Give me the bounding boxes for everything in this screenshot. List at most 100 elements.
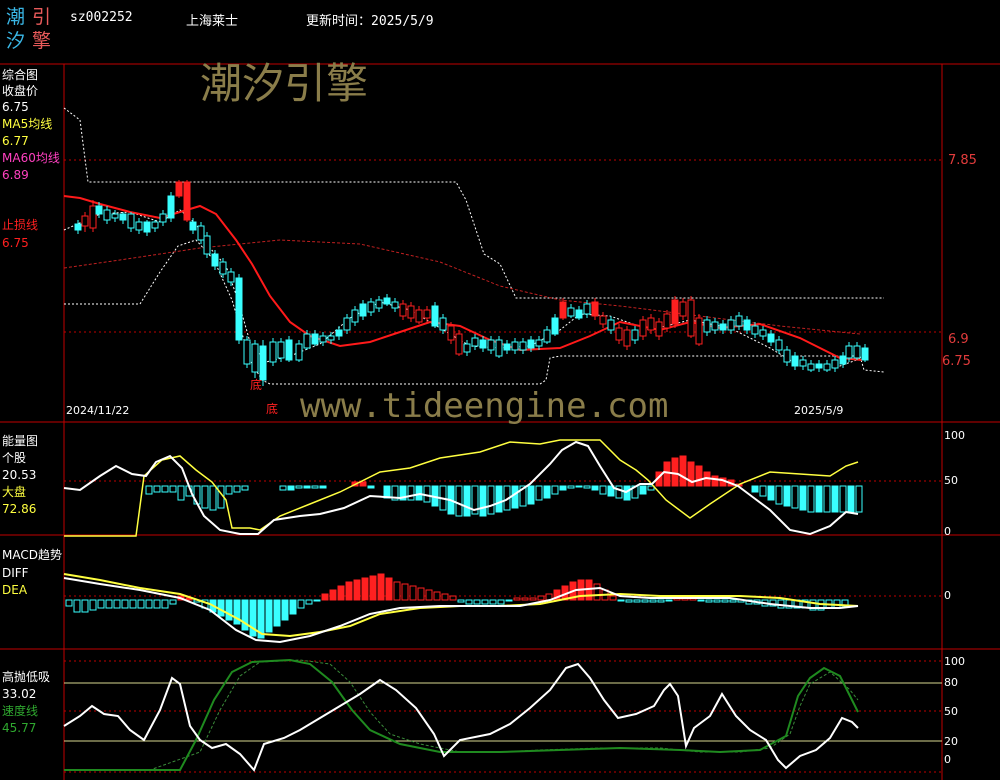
macd-bar xyxy=(489,599,497,605)
market-energy-label: 大盘 xyxy=(2,485,27,499)
macd-bar xyxy=(505,599,513,602)
macd-bar xyxy=(81,599,89,613)
macd-bar xyxy=(457,599,465,603)
macd-bar xyxy=(369,575,377,601)
candle-body xyxy=(535,339,543,347)
candle-body xyxy=(695,317,703,345)
dea-label: DEA xyxy=(2,583,28,597)
macd-bar xyxy=(497,599,505,605)
energy-bar xyxy=(145,485,153,495)
energy-bar xyxy=(527,485,535,505)
macd-bar xyxy=(649,599,657,603)
macd-bar xyxy=(321,593,329,601)
highlow-line xyxy=(63,662,859,772)
candle-body xyxy=(383,297,391,305)
highlow-axis-20: 20 xyxy=(944,735,958,748)
candle-body xyxy=(183,181,191,221)
candle-body xyxy=(479,339,487,349)
speed-line xyxy=(64,658,859,771)
candle-body xyxy=(431,305,439,327)
candle-body xyxy=(583,303,591,315)
macd-bar xyxy=(169,599,177,605)
macd-bar xyxy=(113,599,121,609)
candle-body xyxy=(175,181,183,197)
ma60-value: 6.89 xyxy=(2,168,29,182)
macd-bar xyxy=(593,583,601,601)
candle-body xyxy=(845,345,853,359)
energy-bar xyxy=(815,485,823,513)
energy-bar xyxy=(535,485,543,501)
energy-bar xyxy=(455,485,463,517)
macd-bar xyxy=(721,599,729,603)
bottom-mark-2: 底 xyxy=(266,402,279,416)
candle-body xyxy=(415,309,423,323)
candle-body xyxy=(447,325,455,341)
ma5-value: 6.77 xyxy=(2,134,29,148)
diff-label: DIFF xyxy=(2,566,29,580)
candle-body xyxy=(631,329,639,341)
market-energy-value: 72.86 xyxy=(2,502,37,516)
macd-bar xyxy=(273,599,281,627)
candle-body xyxy=(503,343,511,351)
macd-bar xyxy=(329,589,337,601)
macd-bar xyxy=(281,599,289,621)
energy-bar xyxy=(367,485,375,489)
energy-axis-50: 50 xyxy=(944,474,958,487)
energy-bar xyxy=(551,485,559,495)
macd-bar xyxy=(449,595,457,601)
energy-axis-0: 0 xyxy=(944,525,951,538)
macd-bar xyxy=(537,595,545,601)
macd-bar xyxy=(89,599,97,611)
candle-body xyxy=(74,223,82,231)
energy-bar xyxy=(303,485,311,489)
candle-body xyxy=(639,319,647,337)
watermark-chinese: 潮汐引擎 xyxy=(200,59,369,108)
candle-body xyxy=(567,307,575,317)
energy-bar xyxy=(279,485,287,491)
energy-axis-100: 100 xyxy=(944,429,965,442)
close-label: 收盘价 xyxy=(2,84,39,98)
energy-bar xyxy=(639,485,647,495)
candle-body xyxy=(235,277,243,341)
date-start: 2024/11/22 xyxy=(66,404,130,417)
candle-body xyxy=(559,301,567,319)
macd-bar xyxy=(121,599,129,609)
macd-bar xyxy=(297,599,305,609)
macd-bar xyxy=(225,599,233,621)
macd-bar xyxy=(313,599,321,602)
macd-bar xyxy=(353,579,361,601)
stoploss-line xyxy=(63,195,863,361)
macd-bar xyxy=(473,599,481,605)
energy-bar xyxy=(153,485,161,493)
candle-body xyxy=(95,205,103,215)
candle-body xyxy=(319,335,327,343)
energy-bar xyxy=(775,485,783,505)
macd-bar xyxy=(641,599,649,603)
candle-body xyxy=(251,343,259,373)
diff-line xyxy=(63,577,859,644)
candle-body xyxy=(303,333,311,349)
candle-body xyxy=(259,345,267,381)
candle-body xyxy=(663,313,671,329)
candle-body xyxy=(463,343,471,353)
candle-body xyxy=(423,309,431,319)
energy-bar xyxy=(161,485,169,493)
energy-bar xyxy=(807,485,815,513)
macd-bar xyxy=(145,599,153,609)
candle-body xyxy=(227,271,235,283)
candle-body xyxy=(495,339,503,357)
macd-bar xyxy=(385,577,393,601)
candle-body xyxy=(159,213,167,223)
panel1-title: 综合图 xyxy=(2,68,39,82)
candle-body xyxy=(81,215,89,227)
candle-body xyxy=(211,253,219,267)
candle-body xyxy=(823,363,831,371)
macd-bar xyxy=(65,599,73,607)
macd-bar xyxy=(521,597,529,601)
candle-body xyxy=(243,339,251,365)
macd-bar xyxy=(441,593,449,601)
macd-bar xyxy=(409,585,417,601)
candle-body xyxy=(519,341,527,351)
watermark-url: www.tideengine.com xyxy=(300,386,669,426)
energy-bar xyxy=(543,485,551,499)
